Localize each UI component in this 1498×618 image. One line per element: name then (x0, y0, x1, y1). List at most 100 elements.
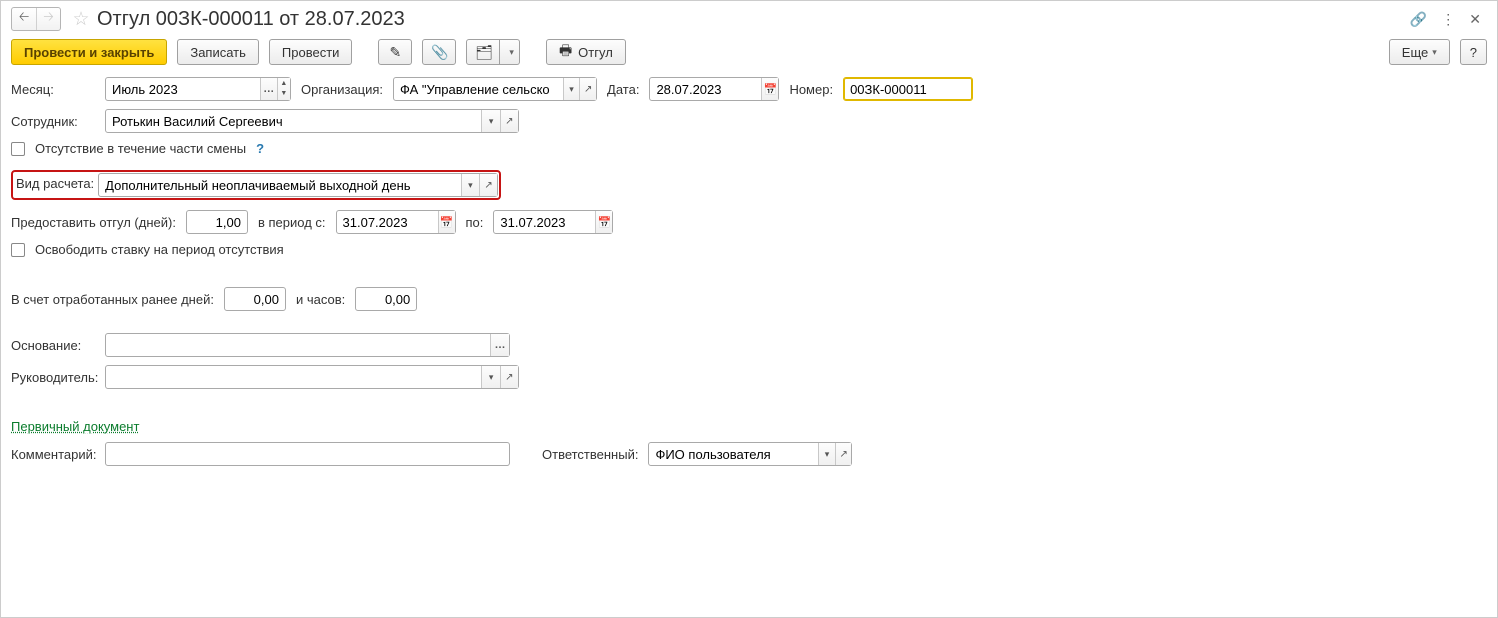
label-employee: Сотрудник: (11, 114, 95, 129)
manager-input[interactable] (106, 366, 481, 388)
worked-hours-input[interactable] (356, 288, 416, 310)
basis-select-button[interactable] (490, 334, 509, 356)
partial-shift-checkbox[interactable] (11, 142, 25, 156)
nav-group: 🡠 🡢 (11, 7, 61, 31)
number-input[interactable] (844, 78, 972, 100)
label-responsible: Ответственный: (542, 447, 638, 462)
field-month: ▲▼ (105, 77, 291, 101)
link-icon[interactable]: 🔗 (1410, 11, 1427, 28)
field-period-from (336, 210, 456, 234)
nav-back-button[interactable]: 🡠 (12, 8, 36, 30)
report-dropdown-button[interactable]: ▾ (500, 39, 520, 65)
responsible-input[interactable] (649, 443, 818, 465)
grant-days-input[interactable] (187, 211, 247, 233)
month-select-button[interactable] (260, 78, 277, 100)
report-button-group: 🗂 ▾ (466, 39, 520, 65)
employee-open-button[interactable] (500, 110, 518, 132)
month-input[interactable] (106, 78, 260, 100)
field-responsible (648, 442, 852, 466)
label-comment: Комментарий: (11, 447, 95, 462)
help-partial-shift-button[interactable]: ? (256, 141, 264, 156)
field-period-to (493, 210, 613, 234)
responsible-dropdown-button[interactable] (818, 443, 835, 465)
row-comment: Комментарий: Ответственный: (11, 442, 1487, 466)
responsible-open-button[interactable] (835, 443, 852, 465)
label-period-to: по: (466, 215, 484, 230)
header-right: 🔗 ⋮ ✕ (1410, 11, 1487, 28)
employee-dropdown-button[interactable] (481, 110, 499, 132)
free-position-checkbox[interactable] (11, 243, 25, 257)
page-title: Отгул 00ЗК-000011 от 28.07.2023 (97, 8, 405, 31)
more-label: Еще (1402, 45, 1428, 60)
label-free-position: Освободить ставку на период отсутствия (35, 242, 284, 257)
period-to-input[interactable] (494, 211, 595, 233)
chevron-down-icon: ▾ (1432, 47, 1437, 58)
basis-input[interactable] (106, 334, 490, 356)
calc-type-dropdown-button[interactable] (461, 174, 479, 196)
comment-input[interactable] (106, 443, 509, 465)
date-calendar-button[interactable] (761, 78, 778, 100)
chevron-down-icon: ▾ (509, 47, 514, 58)
field-date (649, 77, 779, 101)
field-worked-days (224, 287, 286, 311)
save-button[interactable]: Записать (177, 39, 259, 65)
calc-type-input[interactable] (99, 174, 461, 196)
row-worked: В счет отработанных ранее дней: и часов: (11, 287, 1487, 311)
primary-doc-link[interactable]: Первичный документ (11, 419, 139, 434)
favorite-star-icon[interactable]: ☆ (71, 9, 91, 29)
label-organization: Организация: (301, 82, 383, 97)
form-area: Месяц: ▲▼ Организация: Дата: Номер: (1, 73, 1497, 478)
organization-input[interactable] (394, 78, 563, 100)
field-number (843, 77, 973, 101)
post-button[interactable]: Провести (269, 39, 353, 65)
field-grant-days (186, 210, 248, 234)
help-button[interactable]: ? (1460, 39, 1487, 65)
row-calc-type: Вид расчета: (11, 170, 1487, 200)
toolbar: Провести и закрыть Записать Провести ✎ 📎… (1, 35, 1497, 73)
field-basis (105, 333, 510, 357)
field-calc-type (98, 173, 498, 197)
close-icon[interactable]: ✕ (1469, 11, 1481, 28)
label-number: Номер: (789, 82, 833, 97)
print-button[interactable]: 🖶 Отгул (546, 39, 626, 65)
field-manager (105, 365, 519, 389)
print-label: Отгул (578, 45, 613, 60)
row-free-position: Освободить ставку на период отсутствия (11, 242, 1487, 257)
employee-input[interactable] (106, 110, 481, 132)
kebab-menu-icon[interactable]: ⋮ (1441, 11, 1455, 28)
row-basis: Основание: (11, 333, 1487, 357)
period-from-calendar-button[interactable] (438, 211, 455, 233)
calc-type-open-button[interactable] (479, 174, 497, 196)
more-button[interactable]: Еще ▾ (1389, 39, 1450, 65)
post-and-close-button[interactable]: Провести и закрыть (11, 39, 167, 65)
row-primary-doc: Первичный документ (11, 419, 1487, 434)
printer-icon: 🖶 (559, 40, 572, 64)
report-button[interactable]: 🗂 (466, 39, 500, 65)
attach-button[interactable]: 📎 (422, 39, 456, 65)
manager-dropdown-button[interactable] (481, 366, 499, 388)
row-header-fields: Месяц: ▲▼ Организация: Дата: Номер: (11, 77, 1487, 101)
label-calc-type: Вид расчета: (14, 173, 98, 197)
window-header: 🡠 🡢 ☆ Отгул 00ЗК-000011 от 28.07.2023 🔗 … (1, 1, 1497, 35)
highlight-button[interactable]: ✎ (378, 39, 412, 65)
month-spinner[interactable]: ▲▼ (277, 78, 290, 100)
worked-days-input[interactable] (225, 288, 285, 310)
organization-dropdown-button[interactable] (563, 78, 580, 100)
organization-open-button[interactable] (579, 78, 596, 100)
nav-forward-button[interactable]: 🡢 (36, 8, 60, 30)
row-manager: Руководитель: (11, 365, 1487, 389)
label-partial-shift: Отсутствие в течение части смены (35, 141, 246, 156)
field-worked-hours (355, 287, 417, 311)
calc-type-highlight: Вид расчета: (11, 170, 501, 200)
manager-open-button[interactable] (500, 366, 518, 388)
period-from-input[interactable] (337, 211, 438, 233)
field-comment (105, 442, 510, 466)
label-grant-days: Предоставить отгул (дней): (11, 215, 176, 230)
label-month: Месяц: (11, 82, 95, 97)
row-grant-period: Предоставить отгул (дней): в период с: п… (11, 210, 1487, 234)
date-input[interactable] (650, 78, 761, 100)
period-to-calendar-button[interactable] (595, 211, 612, 233)
label-period-from: в период с: (258, 215, 326, 230)
label-manager: Руководитель: (11, 370, 95, 385)
row-employee: Сотрудник: (11, 109, 1487, 133)
